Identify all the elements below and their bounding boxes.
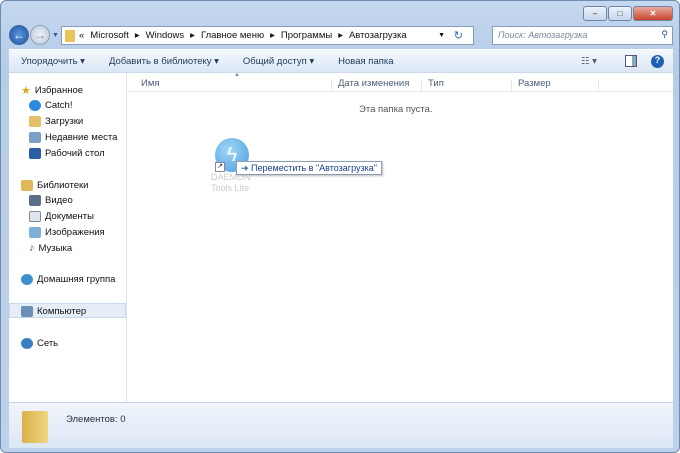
catch-icon — [29, 99, 41, 111]
shortcut-arrow-icon: ↗ — [215, 162, 225, 172]
column-name[interactable]: Имя — [141, 78, 160, 89]
column-type[interactable]: Тип — [428, 78, 444, 89]
column-size[interactable]: Размер — [518, 78, 551, 89]
star-icon: ★ — [21, 84, 31, 97]
computer-icon — [21, 305, 33, 317]
share-button[interactable]: Общий доступ ▾ — [243, 56, 314, 67]
help-icon[interactable]: ? — [651, 54, 664, 68]
organize-button[interactable]: Упорядочить ▾ — [21, 56, 85, 67]
toolbar: Упорядочить ▾ Добавить в библиотеку ▾ Об… — [9, 49, 673, 72]
add-to-library-button[interactable]: Добавить в библиотеку ▾ — [109, 56, 219, 67]
nav-homegroup[interactable]: Домашняя группа — [21, 272, 115, 286]
nav-libraries[interactable]: Библиотеки — [21, 178, 88, 192]
images-icon — [29, 226, 41, 238]
new-folder-button[interactable]: Новая папка — [338, 56, 393, 67]
desktop-icon — [29, 147, 41, 159]
explorer-window: ‒ □ ✕ ← → ▼ « Microsoft ▸ Windows ▸ Главно… — [0, 0, 680, 453]
search-input[interactable]: Поиск: Автозагрузка ⚲ — [492, 26, 673, 45]
address-bar[interactable]: « Microsoft ▸ Windows ▸ Главное меню ▸ Прог… — [61, 26, 474, 45]
nav-video[interactable]: Видео — [29, 193, 73, 207]
empty-folder-text: Эта папка пуста. — [359, 104, 433, 115]
nav-catch[interactable]: Catch! — [29, 98, 72, 112]
forward-button[interactable]: → — [30, 25, 50, 45]
nav-desktop[interactable]: Рабочий стол — [29, 146, 105, 160]
address-dropdown-icon[interactable]: ▼ — [438, 32, 445, 39]
maximize-button[interactable]: □ — [608, 6, 632, 21]
nav-images[interactable]: Изображения — [29, 225, 105, 239]
column-headers: Имя ▲ Дата изменения Тип Размер — [128, 72, 673, 92]
network-icon — [21, 337, 33, 349]
folder-large-icon — [22, 411, 48, 443]
sort-arrow-icon: ▲ — [234, 72, 240, 78]
nav-downloads[interactable]: Загрузки — [29, 114, 83, 128]
breadcrumb-start-menu[interactable]: Главное меню — [201, 30, 264, 41]
nav-music[interactable]: ♪ Музыка — [29, 241, 72, 255]
preview-pane-icon[interactable] — [625, 55, 637, 67]
nav-recent[interactable]: Недавние места — [29, 130, 117, 144]
drag-move-tooltip: ➜ Переместить в "Автозагрузка" — [236, 161, 382, 175]
video-icon — [29, 194, 41, 206]
history-dropdown-icon[interactable]: ▼ — [52, 32, 59, 39]
downloads-icon — [29, 115, 41, 127]
music-icon: ♪ — [29, 242, 35, 254]
breadcrumb-startup[interactable]: Автозагрузка — [349, 30, 407, 41]
libraries-icon — [21, 179, 33, 191]
refresh-icon[interactable]: ↻ — [454, 29, 463, 42]
nav-documents[interactable]: Документы — [29, 209, 94, 223]
folder-icon — [65, 29, 75, 42]
recent-places-icon — [29, 131, 41, 143]
nav-network[interactable]: Сеть — [21, 336, 58, 350]
close-button[interactable]: ✕ — [633, 6, 673, 21]
dragged-icon-label: DAEMON Tools Lite — [211, 172, 251, 193]
navigation-pane: ★ Избранное Catch! Загрузки Недавние мест… — [9, 73, 127, 403]
nav-computer[interactable]: Компьютер — [21, 304, 86, 318]
move-arrow-icon: ➜ — [241, 163, 252, 173]
status-bar: Элементов: 0 — [9, 402, 673, 448]
view-options-icon[interactable]: ☷ ▾ — [581, 56, 597, 67]
item-count: Элементов: 0 — [66, 414, 126, 425]
breadcrumb-microsoft[interactable]: Microsoft — [90, 30, 129, 41]
column-date[interactable]: Дата изменения — [338, 78, 409, 89]
breadcrumb-programs[interactable]: Программы — [281, 30, 332, 41]
back-button[interactable]: ← — [9, 25, 29, 45]
breadcrumb-overflow[interactable]: « — [79, 30, 84, 41]
nav-favorites[interactable]: ★ Избранное — [21, 83, 83, 97]
homegroup-icon — [21, 273, 33, 285]
breadcrumb-windows[interactable]: Windows — [146, 30, 185, 41]
minimize-button[interactable]: ‒ — [583, 6, 607, 21]
search-icon[interactable]: ⚲ — [661, 29, 668, 40]
documents-icon — [29, 210, 41, 222]
